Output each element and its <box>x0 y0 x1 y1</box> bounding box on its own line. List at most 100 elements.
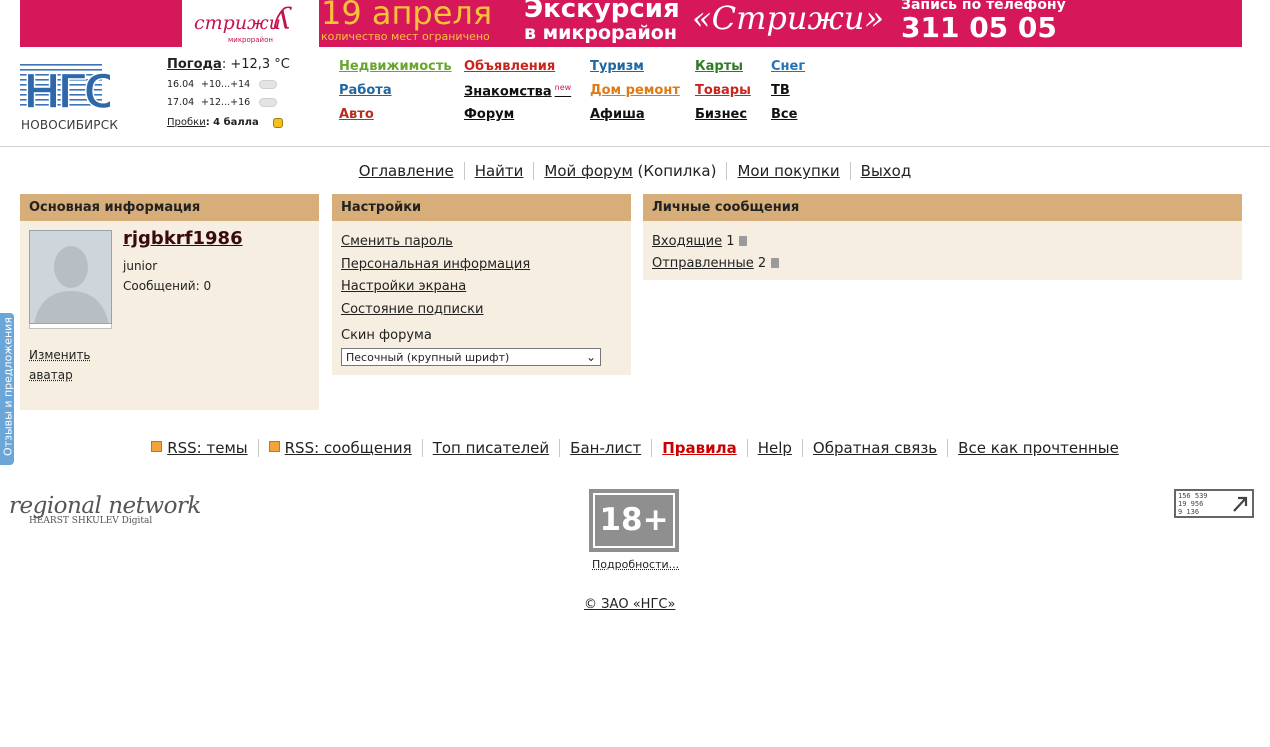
menu-find[interactable]: Найти <box>475 162 524 180</box>
forecast-row: 16.04 +10...+14 <box>167 79 290 90</box>
forum-menu: Оглавление Найти Мой форум (Копилка) Мои по… <box>0 162 1270 180</box>
ngs-logo[interactable]: НГС <box>20 60 110 116</box>
feedback-link[interactable]: Обратная связь <box>813 439 937 457</box>
inbox-count: 1 <box>722 234 735 249</box>
nav-home[interactable]: Дом ремонт <box>590 83 680 98</box>
nav-maps[interactable]: Карты <box>695 59 743 74</box>
menu-purchases[interactable]: Мои покупки <box>737 162 839 180</box>
nav-realty[interactable]: Недвижимость <box>339 59 452 74</box>
svg-text:НГС: НГС <box>24 63 110 116</box>
traffic-light-icon <box>272 117 283 128</box>
age-rating-badge: 18+ <box>589 489 679 552</box>
regional-network-logo[interactable]: regional network HEARST SHKULEV Digital <box>9 493 201 526</box>
details-link[interactable]: Подробности... <box>592 558 679 571</box>
main-info-header: Основная информация <box>20 194 319 221</box>
feedback-tab-label: Отзывы и предложения <box>1 317 15 456</box>
cloud-icon <box>259 80 277 89</box>
change-avatar-link-2[interactable]: аватар <box>29 368 73 382</box>
menu-logout[interactable]: Выход <box>861 162 912 180</box>
nav-tourism[interactable]: Туризм <box>590 59 644 74</box>
nav-jobs[interactable]: Работа <box>339 83 392 98</box>
menu-my-forum[interactable]: Мой форум <box>544 162 632 180</box>
nav-forum[interactable]: Форум <box>464 107 514 122</box>
forecast-date: 16.04 <box>167 79 195 90</box>
chevron-down-icon: ⌄ <box>585 350 596 364</box>
age-rating-text: 18+ <box>593 493 675 548</box>
weather-current: : +12,3 °C <box>221 57 290 72</box>
settings-header: Настройки <box>332 194 631 221</box>
copyright-link[interactable]: © ЗАО «НГС» <box>584 597 675 612</box>
nav-business[interactable]: Бизнес <box>695 107 747 122</box>
top-writers-link[interactable]: Топ писателей <box>433 439 549 457</box>
pm-header: Личные сообщения <box>643 194 1242 221</box>
forecast-date: 17.04 <box>167 97 195 108</box>
banner-logo-mark: ʎ <box>274 2 291 37</box>
nav-goods[interactable]: Товары <box>695 83 751 98</box>
skin-select[interactable]: Песочный (крупный шрифт) ⌄ <box>341 348 601 366</box>
nav-snow[interactable]: Снег <box>771 59 805 74</box>
banner-logo-text: стрижи <box>194 12 281 34</box>
personal-info-link[interactable]: Персональная информация <box>341 254 530 277</box>
counter-line: 156 539 <box>1178 492 1208 500</box>
post-count: Сообщений: 0 <box>123 279 212 293</box>
feedback-tab[interactable]: Отзывы и предложения <box>0 313 15 465</box>
change-avatar-link[interactable]: Изменить <box>29 348 91 362</box>
weather-widget: Погода: +12,3 °C 16.04 +10...+14 17.04 +… <box>167 57 290 128</box>
settings-panel: Настройки Сменить пароль Персональная ин… <box>332 194 631 375</box>
forecast-row: 17.04 +12...+16 <box>167 97 290 108</box>
skin-select-value: Песочный (крупный шрифт) <box>346 350 510 364</box>
traffic-value: : 4 балла <box>205 117 259 128</box>
nav-dating[interactable]: Знакомства new <box>464 83 571 99</box>
counter-line: 19 956 <box>1178 500 1204 508</box>
top-ad-banner[interactable]: стрижи ʎ микрорайон 19 апреля количество… <box>20 0 1242 47</box>
cloud-icon <box>259 98 277 107</box>
banner-date: 19 апреля <box>321 0 493 32</box>
avatar-silhouette-icon <box>30 231 111 323</box>
skin-label: Скин форума <box>341 328 432 343</box>
user-rank: junior <box>123 259 158 273</box>
nav-all[interactable]: Все <box>771 107 797 122</box>
city-name: НОВОСИБИРСК <box>21 118 119 132</box>
nav-afisha[interactable]: Афиша <box>590 107 645 122</box>
banner-excursion-sub: в микрорайон <box>524 22 677 44</box>
nav-auto[interactable]: Авто <box>339 107 374 122</box>
rss-icon <box>268 441 280 452</box>
rss-topics-link[interactable]: RSS: темы <box>167 439 247 457</box>
username[interactable]: rjgbkrf1986 <box>123 228 243 249</box>
new-badge: new <box>554 83 572 92</box>
mark-read-link[interactable]: Все как прочтенные <box>958 439 1119 457</box>
trash-icon[interactable] <box>739 236 748 246</box>
nav-tv[interactable]: ТВ <box>771 83 790 98</box>
trash-icon[interactable] <box>771 257 780 268</box>
menu-contents[interactable]: Оглавление <box>359 162 454 180</box>
sent-count: 2 <box>753 255 767 271</box>
banner-brand: «Стрижи» <box>692 0 885 37</box>
screen-settings-link[interactable]: Настройки экрана <box>341 276 530 299</box>
visit-counter[interactable]: 156 539 19 956 9 136 <box>1174 489 1254 518</box>
traffic-link[interactable]: Пробки <box>167 117 206 128</box>
sent-link[interactable]: Отправленные <box>652 256 754 271</box>
pm-panel: Личные сообщения Входящие 1 Отправленные… <box>643 194 1242 280</box>
change-password-link[interactable]: Сменить пароль <box>341 231 530 254</box>
subscription-link[interactable]: Состояние подписки <box>341 299 530 322</box>
ban-list-link[interactable]: Бан-лист <box>570 439 641 457</box>
weather-link[interactable]: Погода <box>167 57 222 72</box>
avatar <box>29 230 112 324</box>
forecast-temp: +12...+16 <box>201 97 251 108</box>
banner-date-note: количество мест ограничено <box>321 30 490 43</box>
rss-messages-link[interactable]: RSS: сообщения <box>285 439 412 457</box>
nav-ads[interactable]: Объявления <box>464 59 555 74</box>
banner-excursion: Экскурсия <box>524 0 680 24</box>
footer-links: RSS: темы RSS: сообщения Топ писателей Бан-… <box>0 439 1270 457</box>
inbox-link[interactable]: Входящие <box>652 234 722 249</box>
forecast-temp: +10...+14 <box>201 79 251 90</box>
banner-logo: стрижи ʎ микрорайон <box>182 0 319 47</box>
nav-dating-label: Знакомства <box>464 84 552 100</box>
main-info-panel: Основная информация rjgbkrf1986 junior С… <box>20 194 319 410</box>
rules-link[interactable]: Правила <box>662 439 737 457</box>
help-link[interactable]: Help <box>758 439 792 457</box>
counter-line: 9 136 <box>1178 508 1200 516</box>
banner-logo-sub: микрорайон <box>228 36 273 44</box>
banner-phone: 311 05 05 <box>901 11 1057 44</box>
menu-piggy: (Копилка) <box>632 162 717 180</box>
